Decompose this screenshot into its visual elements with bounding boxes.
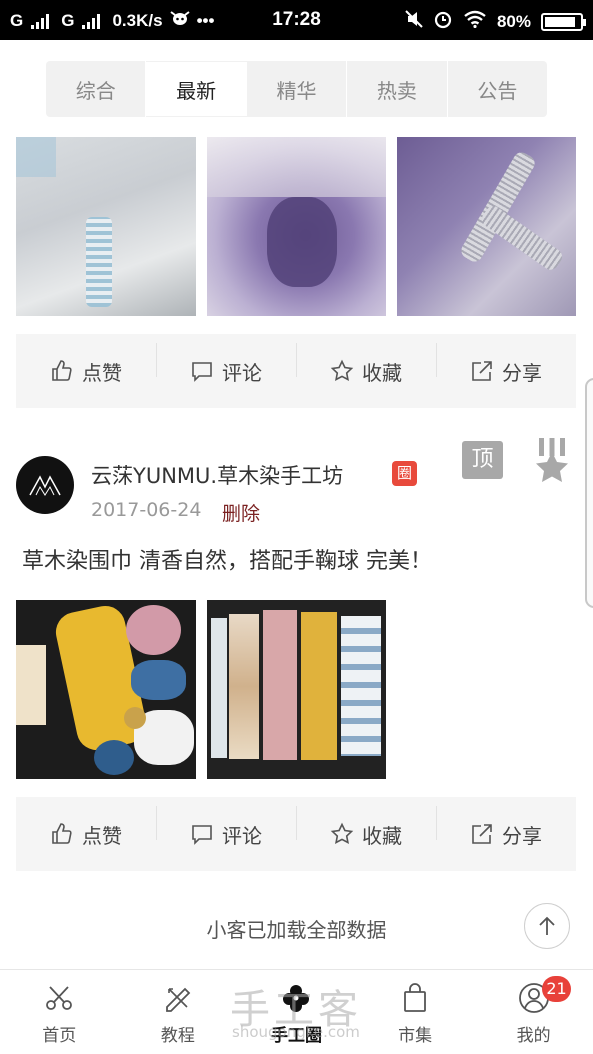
thumbs-up-icon [52, 823, 72, 844]
ruler-pencil-icon [165, 987, 191, 1012]
all-loaded-notice: 小客已加载全部数据 [206, 918, 387, 942]
comment-button[interactable]: 评论 [156, 805, 296, 849]
post-action-bar: 点赞 评论 收藏 分享 [16, 334, 576, 408]
tab-all[interactable]: 综合 [46, 61, 147, 117]
post-action-bar: 点赞 评论 收藏 分享 [16, 797, 576, 871]
nav-market[interactable]: 市集 [356, 970, 475, 1054]
post-image[interactable] [16, 137, 196, 316]
nav-home[interactable]: 首页 [0, 970, 119, 1054]
share-button[interactable]: 分享 [436, 342, 576, 386]
share-icon [472, 361, 492, 381]
author-name[interactable]: 云莯YUNMU.草木染手工坊 [91, 460, 343, 490]
tab-featured[interactable]: 精华 [247, 61, 348, 117]
medal-star-icon[interactable] [534, 438, 570, 484]
mute-icon [405, 10, 423, 33]
scroll-edge-handle[interactable] [585, 378, 593, 608]
scissors-icon [46, 986, 73, 1010]
comment-button[interactable]: 评论 [156, 342, 296, 386]
thumbs-up-icon [52, 360, 72, 381]
share-button[interactable]: 分享 [436, 805, 576, 849]
tab-announcement[interactable]: 公告 [448, 61, 547, 117]
post-image[interactable] [207, 137, 386, 316]
like-label: 点赞 [82, 823, 122, 848]
share-label: 分享 [502, 823, 542, 848]
arrow-up-icon [539, 916, 555, 935]
avatar[interactable] [16, 456, 74, 514]
watermark-domain: shougongke.com [232, 1023, 360, 1041]
alarm-icon [433, 9, 453, 34]
post-date: 2017-06-24 [91, 499, 202, 521]
circle-badge: 圈 [392, 461, 417, 486]
wifi-icon [463, 10, 487, 33]
like-button[interactable]: 点赞 [16, 820, 156, 849]
nav-mine[interactable]: 我的 21 [474, 970, 593, 1054]
favorite-button[interactable]: 收藏 [296, 805, 436, 849]
shopping-bag-icon [404, 983, 426, 1012]
star-icon [330, 822, 354, 844]
delete-button[interactable]: 删除 [222, 499, 260, 526]
comment-label: 评论 [222, 360, 262, 385]
battery-percent: 80% [496, 11, 531, 31]
filter-tabs: 综合 最新 精华 热卖 公告 [46, 61, 547, 117]
tab-hot-sale[interactable]: 热卖 [347, 61, 448, 117]
back-to-top-button[interactable] [524, 903, 570, 949]
nav-label: 市集 [398, 1026, 433, 1046]
like-label: 点赞 [82, 360, 122, 385]
like-button[interactable]: 点赞 [16, 357, 156, 386]
favorite-label: 收藏 [362, 823, 402, 848]
battery-icon [541, 12, 586, 31]
favorite-button[interactable]: 收藏 [296, 342, 436, 386]
favorite-label: 收藏 [362, 360, 402, 385]
nav-label: 教程 [160, 1026, 195, 1046]
nav-tutorials[interactable]: 教程 [119, 970, 238, 1054]
nav-label: 我的 [516, 1026, 551, 1046]
share-label: 分享 [502, 360, 542, 385]
notification-badge: 21 [542, 976, 571, 1002]
post-image[interactable] [16, 600, 196, 779]
comment-icon [192, 362, 212, 382]
tab-latest[interactable]: 最新 [146, 62, 247, 116]
post-image[interactable] [207, 600, 386, 779]
comment-label: 评论 [222, 823, 262, 848]
share-icon [472, 824, 492, 844]
status-bar: G G 0.3K/s ••• 17:28 80% [0, 0, 593, 40]
star-icon [330, 359, 354, 381]
comment-icon [192, 825, 212, 845]
pin-top-button[interactable]: 顶 [462, 441, 503, 479]
post-text: 草木染围巾 清香自然，搭配手鞠球 完美！ [22, 549, 432, 574]
nav-label: 首页 [42, 1026, 77, 1046]
post-image[interactable] [397, 137, 576, 316]
